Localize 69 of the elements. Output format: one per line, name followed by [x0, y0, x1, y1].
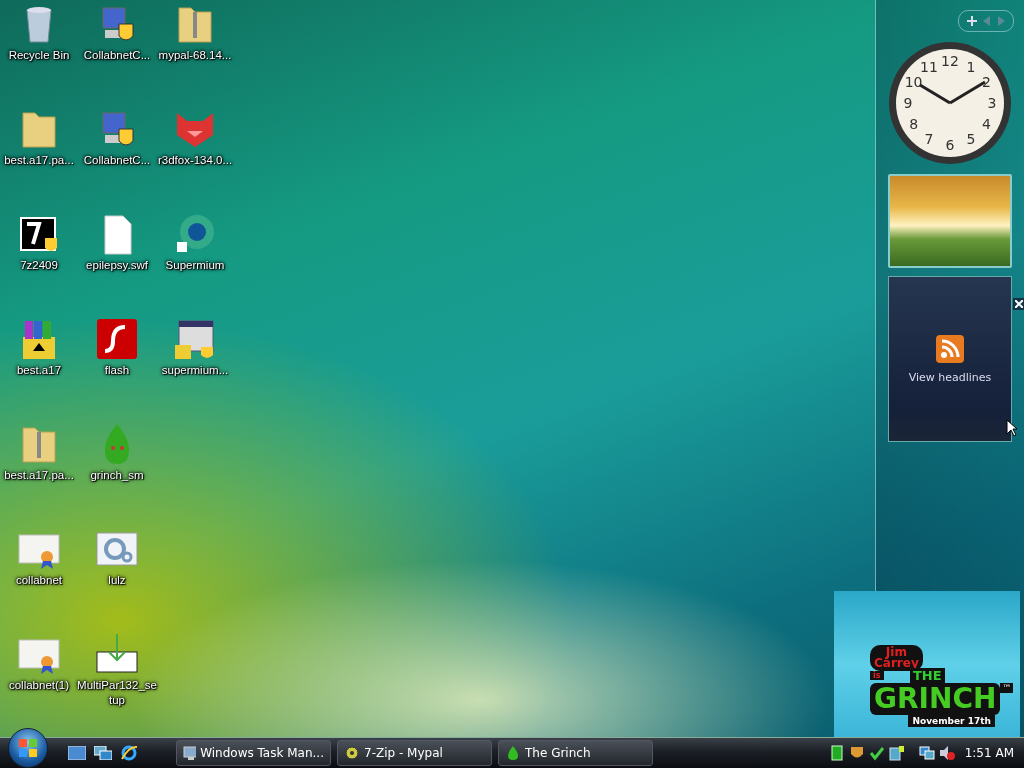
- logo-title-text: GRINCH: [870, 683, 1001, 715]
- clock-numeral: 11: [920, 58, 938, 75]
- icon-label[interactable]: supermium...: [155, 363, 235, 378]
- start-button[interactable]: [8, 728, 48, 768]
- flash-player-icon: [95, 317, 139, 361]
- icon-label[interactable]: best.a17.pa...: [0, 153, 79, 168]
- clock-numeral: 1: [966, 58, 976, 75]
- monitor-icon: [183, 745, 197, 761]
- clock-numeral: 9: [903, 95, 913, 111]
- icon-label[interactable]: r3dfox-134.0...: [155, 153, 235, 168]
- mouse-cursor-icon: [1006, 419, 1018, 437]
- close-button[interactable]: [1013, 298, 1024, 310]
- network-icon: [888, 745, 905, 761]
- clock-numeral: 3: [987, 95, 997, 111]
- clock-numeral: 2: [981, 74, 991, 90]
- gear-icon: [344, 745, 360, 761]
- taskbar-button[interactable]: The Grinch: [498, 740, 653, 766]
- clock-numeral: 5: [966, 131, 976, 148]
- icon-label[interactable]: epilepsy.swf: [77, 258, 157, 273]
- icon-label[interactable]: CollabnetC...: [77, 153, 157, 168]
- desktop-icon: [68, 746, 86, 760]
- plus-icon: [967, 16, 977, 26]
- taskbar-button[interactable]: Windows Task Man...: [176, 740, 331, 766]
- icon-label[interactable]: flash: [77, 363, 157, 378]
- left-arrow-icon: [983, 16, 991, 26]
- icon-label[interactable]: best.a17.pa...: [0, 468, 79, 483]
- icon-label[interactable]: collabnet: [0, 573, 79, 588]
- rss-icon[interactable]: [936, 334, 964, 363]
- clock-numeral: 12: [941, 53, 959, 69]
- clock-time[interactable]: 1:51 AM: [964, 746, 1014, 760]
- download-envelope-icon: [95, 632, 139, 676]
- windows-stack-icon: [94, 746, 112, 760]
- right-arrow-icon: [997, 16, 1005, 26]
- add-gadget-button[interactable]: [967, 16, 977, 26]
- icon-label[interactable]: best.a17: [0, 363, 79, 378]
- grid-icon: [828, 745, 845, 761]
- trademark-text: ™: [1000, 683, 1014, 693]
- icon-label[interactable]: 7z2409: [0, 258, 79, 273]
- view-headlines-link[interactable]: View headlines: [908, 370, 992, 384]
- icon-label[interactable]: MultiPar132_setup: [77, 678, 157, 708]
- checkmark-icon: [868, 745, 885, 761]
- icon-label[interactable]: collabnet(1): [0, 678, 79, 693]
- tray-icon[interactable]: [868, 745, 885, 761]
- icon-label[interactable]: CollabnetC...: [77, 48, 157, 63]
- release-date-text: November 17th: [908, 715, 995, 727]
- internet-explorer-icon: [120, 744, 138, 762]
- icon-label[interactable]: lulz: [77, 573, 157, 588]
- clock-numeral: 10: [904, 74, 923, 90]
- icon-label[interactable]: Recycle Bin: [0, 48, 79, 63]
- speaker-muted-icon: [938, 745, 955, 761]
- monitors-icon: [918, 745, 935, 761]
- logo-name-text: Jim Carrey: [870, 645, 923, 671]
- clock-numeral: 4: [981, 116, 991, 132]
- windows-flag-icon: [18, 738, 38, 758]
- logo-article-text: THE: [910, 668, 945, 683]
- clock-numeral: 7: [924, 131, 934, 148]
- icon-label[interactable]: Supermium: [155, 258, 235, 273]
- clock-numeral: 6: [945, 137, 955, 153]
- logo-connector-text: is: [870, 671, 884, 680]
- tray-icon[interactable]: [918, 745, 935, 761]
- close-icon: [1015, 300, 1023, 308]
- tray-icon[interactable]: [888, 745, 905, 761]
- tray-icon[interactable]: [828, 745, 845, 761]
- icon-label[interactable]: mypal-68.14...: [155, 48, 235, 63]
- icon-label[interactable]: grinch_sm: [77, 468, 157, 483]
- taskbar-button[interactable]: 7-Zip - Mypal: [337, 740, 492, 766]
- clock-numeral: 8: [909, 116, 919, 132]
- volume-button[interactable]: [938, 745, 955, 761]
- application-window-icon: [173, 317, 217, 361]
